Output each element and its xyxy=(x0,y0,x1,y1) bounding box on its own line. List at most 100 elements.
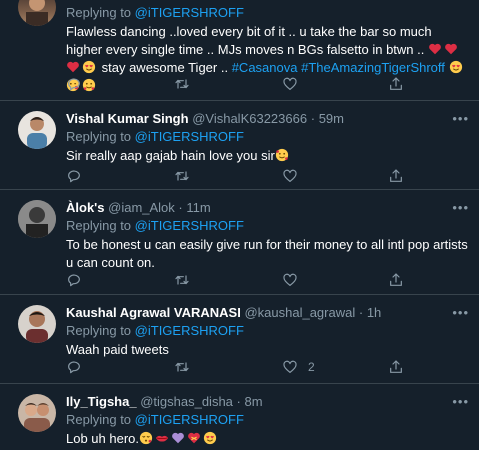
mention-link[interactable]: @iTIGERSHROFF xyxy=(135,218,244,233)
lips-emoji xyxy=(155,435,169,442)
user-handle[interactable]: @tigshas_disha xyxy=(140,394,233,409)
mention-link[interactable]: @iTIGERSHROFF xyxy=(135,412,244,427)
display-name[interactable]: Vishal Kumar Singh xyxy=(66,111,189,126)
heart-icon xyxy=(283,273,297,286)
user-handle[interactable]: @kaushal_agrawal xyxy=(244,305,355,320)
tweet-0[interactable]: Replying to @iTIGERSHROFF Flawless danci… xyxy=(0,0,479,101)
heart-eyes-emoji xyxy=(203,431,217,445)
retweet-icon xyxy=(175,79,189,89)
share-icon xyxy=(390,273,402,286)
replying-to: Replying to @iTIGERSHROFF xyxy=(66,411,469,429)
heart-icon xyxy=(283,360,297,373)
share-button[interactable] xyxy=(388,74,404,94)
tweet-actions xyxy=(66,166,436,186)
hashtag-tiger[interactable]: #TheAmazingTigerShroff xyxy=(301,60,445,75)
replying-label: Replying to xyxy=(66,323,132,338)
more-button[interactable]: ••• xyxy=(452,200,469,215)
replying-label: Replying to xyxy=(66,5,132,20)
timestamp[interactable]: 1h xyxy=(367,305,381,320)
tweet-text: Lob uh hero. xyxy=(66,431,140,446)
tweet-text-suffix: stay awesome Tiger .. xyxy=(101,60,229,75)
share-button[interactable] xyxy=(388,166,404,186)
share-button[interactable] xyxy=(388,357,404,377)
more-button[interactable]: ••• xyxy=(452,305,469,320)
like-button[interactable] xyxy=(282,270,308,290)
mention-link[interactable]: @iTIGERSHROFF xyxy=(135,5,244,20)
tweet-actions xyxy=(66,270,436,290)
user-handle[interactable]: @VishalK63223666 xyxy=(192,111,307,126)
avatar[interactable] xyxy=(18,200,56,238)
display-name[interactable]: Kaushal Agrawal VARANASI xyxy=(66,305,241,320)
reply-icon xyxy=(68,274,80,287)
heart-with-ribbon-emoji xyxy=(188,432,200,444)
retweet-button[interactable] xyxy=(174,166,190,186)
tweet-header: Àlok's @iam_Alok · 11m xyxy=(66,199,469,217)
reply-icon xyxy=(68,170,80,183)
tweet-actions: 2 xyxy=(66,357,436,377)
replying-to: Replying to @iTIGERSHROFF xyxy=(66,128,469,146)
timestamp[interactable]: 11m xyxy=(186,200,210,215)
tweet-2[interactable]: Àlok's @iam_Alok · 11m Replying to @iTIG… xyxy=(0,190,479,295)
reply-icon xyxy=(68,78,80,91)
reply-button[interactable] xyxy=(66,74,82,94)
mention-link[interactable]: @iTIGERSHROFF xyxy=(135,129,244,144)
reply-button[interactable] xyxy=(66,270,82,290)
avatar[interactable] xyxy=(18,0,56,26)
share-icon xyxy=(390,169,402,182)
heart-icon xyxy=(283,169,297,182)
reply-feed: Replying to @iTIGERSHROFF Flawless danci… xyxy=(0,0,479,450)
tweet-header: Ily_Tigsha_ @tigshas_disha · 8m xyxy=(66,393,469,411)
avatar[interactable] xyxy=(18,305,56,343)
tweet-header: Kaushal Agrawal VARANASI @kaushal_agrawa… xyxy=(66,304,469,322)
separator: · xyxy=(310,111,316,126)
replying-to: Replying to @iTIGERSHROFF xyxy=(66,4,469,22)
like-button[interactable]: 2 xyxy=(282,357,315,377)
retweet-icon xyxy=(175,362,189,372)
reply-button[interactable] xyxy=(66,357,82,377)
timestamp[interactable]: 8m xyxy=(245,394,263,409)
tweet-text: Flawless dancing ..loved every bit of it… xyxy=(66,24,432,57)
tweet-body: To be honest u can easily give run for t… xyxy=(66,237,468,270)
timestamp[interactable]: 59m xyxy=(319,111,344,126)
retweet-button[interactable] xyxy=(174,270,190,290)
like-button[interactable] xyxy=(282,74,308,94)
more-button[interactable]: ••• xyxy=(452,394,469,409)
display-name[interactable]: Ily_Tigsha_ xyxy=(66,394,137,409)
display-name[interactable]: Àlok's xyxy=(66,200,105,215)
separator: · xyxy=(178,200,183,215)
replying-to: Replying to @iTIGERSHROFF xyxy=(66,322,469,340)
share-button[interactable] xyxy=(388,270,404,290)
kissing-face-emoji xyxy=(139,431,153,445)
tweet-1[interactable]: Vishal Kumar Singh @VishalK63223666 · 59… xyxy=(0,101,479,190)
heart-icon xyxy=(283,77,297,90)
reply-button[interactable] xyxy=(66,166,82,186)
separator: · xyxy=(236,394,241,409)
hashtag-casanova[interactable]: #Casanova xyxy=(232,60,298,75)
retweet-icon xyxy=(175,171,189,181)
mention-link[interactable]: @iTIGERSHROFF xyxy=(135,323,244,338)
replying-label: Replying to xyxy=(66,412,132,427)
retweet-button[interactable] xyxy=(174,74,190,94)
like-count: 2 xyxy=(308,360,315,374)
smiling-face-hearts-emoji xyxy=(275,148,288,162)
tweet-text: Sir really aap gajab hain love you sir xyxy=(66,148,275,163)
share-icon xyxy=(390,77,402,90)
tweet-4[interactable]: Ily_Tigsha_ @tigshas_disha · 8m Replying… xyxy=(0,384,479,450)
retweet-icon xyxy=(175,275,189,285)
tweet-actions xyxy=(66,74,436,94)
replying-label: Replying to xyxy=(66,218,132,233)
tweet-3[interactable]: Kaushal Agrawal VARANASI @kaushal_agrawa… xyxy=(0,295,479,384)
avatar[interactable] xyxy=(18,394,56,432)
more-button[interactable]: ••• xyxy=(452,111,469,126)
replying-label: Replying to xyxy=(66,129,132,144)
tweet-body: Lob uh hero. xyxy=(66,430,469,448)
purple-heart-emoji xyxy=(172,432,184,444)
like-button[interactable] xyxy=(282,166,308,186)
user-handle[interactable]: @iam_Alok xyxy=(108,200,175,215)
avatar[interactable] xyxy=(18,111,56,149)
tweet-body: Sir really aap gajab hain love you sir xyxy=(66,147,469,165)
retweet-button[interactable] xyxy=(174,357,190,377)
replying-to: Replying to @iTIGERSHROFF xyxy=(66,217,469,235)
separator: · xyxy=(358,305,364,320)
reply-icon xyxy=(68,361,80,374)
